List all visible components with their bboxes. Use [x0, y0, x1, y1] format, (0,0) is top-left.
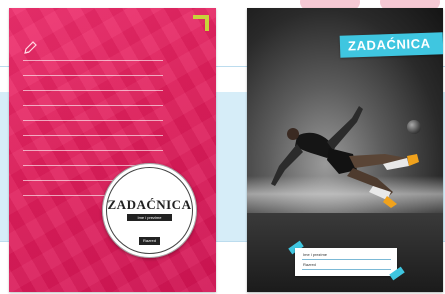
pencil-icon	[24, 41, 37, 54]
class-field-label: Razred	[139, 237, 160, 245]
name-field-label: Ime i prezime	[303, 252, 328, 257]
title-badge: ZADAĆNICA Ime i prezime Razred	[102, 163, 197, 258]
class-field-label: Razred	[303, 262, 316, 267]
football-player-image	[271, 106, 419, 208]
name-field-label: Ime i prezime	[127, 214, 172, 221]
notebook-title: ZADAĆNICA	[107, 197, 192, 212]
notebook-title: ZADAĆNICA	[347, 35, 431, 54]
label-line	[302, 269, 391, 270]
ball	[407, 120, 421, 134]
title-tape: ZADAĆNICA	[339, 32, 443, 58]
notebook-cover-pink[interactable]: ZADAĆNICA Ime i prezime Razred	[9, 8, 216, 292]
name-label-card: Ime i prezime Razred	[295, 248, 397, 276]
corner-bracket-icon	[193, 15, 209, 31]
label-line	[302, 259, 391, 260]
notebook-cover-football[interactable]: ZADAĆNICA Ime i prezime Razred	[247, 8, 443, 292]
